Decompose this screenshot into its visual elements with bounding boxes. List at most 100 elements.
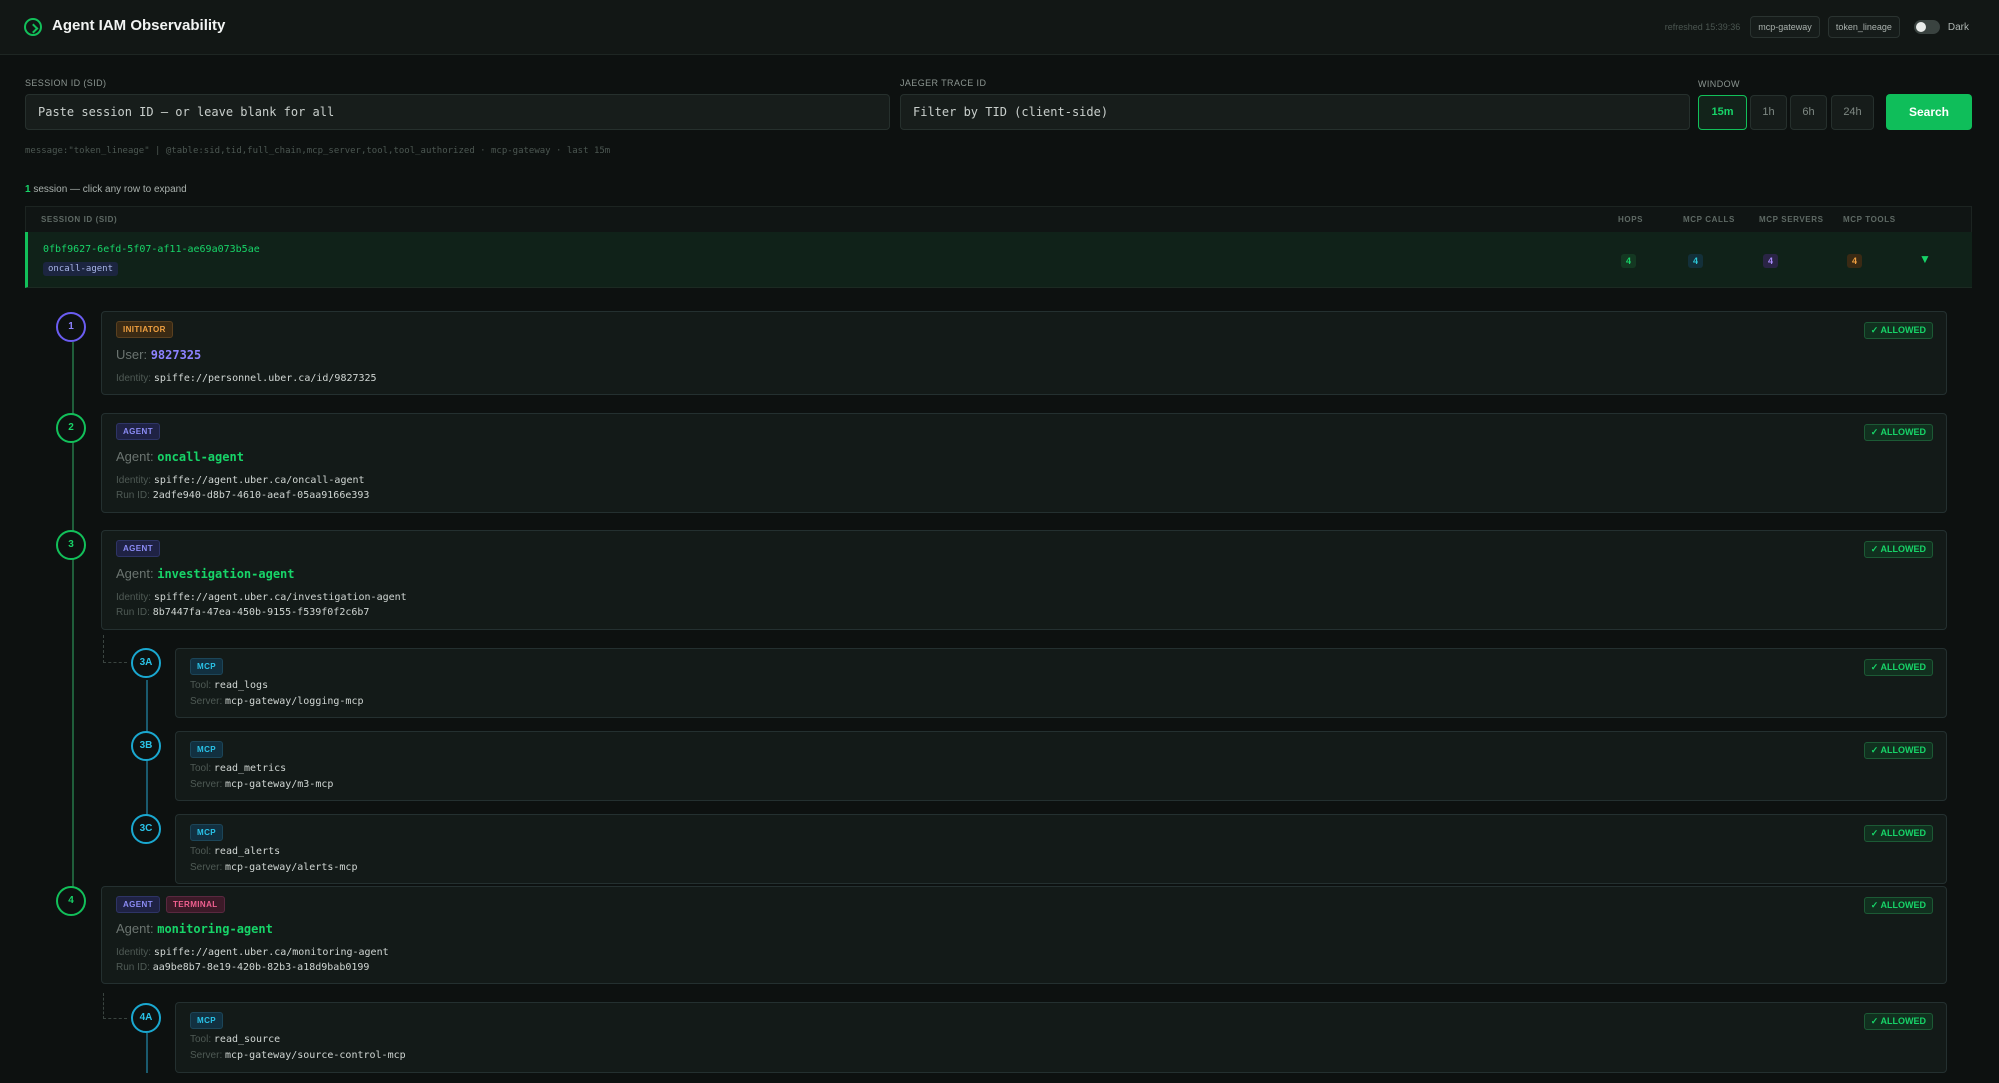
sid-label: SESSION ID (SID) <box>25 78 107 88</box>
server-line: Server: mcp-gateway/alerts-mcp <box>190 862 357 873</box>
agent-name: investigation-agent <box>157 567 295 581</box>
step-3-marker: 3 <box>56 530 86 560</box>
step-4-marker: 4 <box>56 886 86 916</box>
allowed-badge: ✓ ALLOWED <box>1863 659 1933 676</box>
mcp-card-read-metrics[interactable]: MCP ✓ ALLOWED Tool: read_metrics Server:… <box>175 731 1947 801</box>
mcp-badge: MCP <box>190 658 223 675</box>
agent-badge: AGENT <box>116 540 160 557</box>
hop-card-oncall-agent[interactable]: AGENT ✓ ALLOWED Agent: oncall-agent Iden… <box>101 413 1947 513</box>
window-label: WINDOW <box>1698 79 1740 89</box>
window-6h-button[interactable]: 6h <box>1790 95 1827 130</box>
branch-connector-4 <box>103 993 127 1019</box>
identity-label: Identity: <box>116 475 152 486</box>
step-3b-marker: 3B <box>131 731 161 761</box>
hop-card-investigation-agent[interactable]: AGENT ✓ ALLOWED Agent: investigation-age… <box>101 530 1947 630</box>
theme-toggle[interactable] <box>1913 20 1940 34</box>
tool-value: read_source <box>213 1034 281 1045</box>
server-label: Server: <box>190 1050 223 1061</box>
server-value: mcp-gateway/m3-mcp <box>225 779 334 790</box>
window-15m-button[interactable]: 15m <box>1698 95 1747 130</box>
window-1h-button[interactable]: 1h <box>1750 95 1787 130</box>
results-count: 1 session — click any row to expand <box>25 184 187 195</box>
allowed-badge: ✓ ALLOWED <box>1863 322 1933 339</box>
run-id-line: Run ID: aa9be8b7-8e19-420b-82b3-a18d9bab… <box>116 962 369 973</box>
chevron-down-icon[interactable]: ▼ <box>1919 252 1931 266</box>
window-24h-button[interactable]: 24h <box>1831 95 1874 130</box>
tool-value: read_logs <box>213 680 269 691</box>
mcp-badge: MCP <box>190 824 223 841</box>
tool-value: read_alerts <box>213 846 281 857</box>
identity-line: Identity: spiffe://personnel.uber.ca/id/… <box>116 373 377 384</box>
agent-name: oncall-agent <box>157 450 244 464</box>
logo-icon <box>24 18 42 36</box>
run-id-value: aa9be8b7-8e19-420b-82b3-a18d9bab0199 <box>152 962 370 973</box>
tid-label: JAEGER TRACE ID <box>900 78 987 88</box>
table-row[interactable]: 0fbf9627-6efd-5f07-af11-ae69a073b5ae onc… <box>25 232 1972 288</box>
refreshed-timestamp: refreshed 15:39:36 <box>1664 22 1741 32</box>
hops-count: 4 <box>1621 254 1637 268</box>
server-label: Server: <box>190 779 223 790</box>
allowed-badge: ✓ ALLOWED <box>1863 1013 1933 1030</box>
server-value: mcp-gateway/alerts-mcp <box>225 862 358 873</box>
service-chip[interactable]: mcp-gateway <box>1750 16 1820 38</box>
mcp-card-read-alerts[interactable]: MCP ✓ ALLOWED Tool: read_alerts Server: … <box>175 814 1947 884</box>
mcp-tools-count: 4 <box>1847 254 1863 268</box>
search-button[interactable]: Search <box>1886 94 1972 130</box>
tool-label: Tool: <box>190 1034 212 1045</box>
agent-prefix: Agent: <box>116 921 154 936</box>
agent-tag: oncall-agent <box>43 262 119 276</box>
mcp-badge: MCP <box>190 741 223 758</box>
allowed-badge: ✓ ALLOWED <box>1863 541 1933 558</box>
run-id-line: Run ID: 8b7447fa-47ea-450b-9155-f539f0f2… <box>116 607 369 618</box>
results-count-text: session — click any row to expand <box>33 184 187 195</box>
col-mcp-servers: MCP SERVERS <box>1759 215 1824 224</box>
identity-value: spiffe://agent.uber.ca/oncall-agent <box>153 475 365 486</box>
agent-line: Agent: investigation-agent <box>116 566 295 581</box>
col-sid: SESSION ID (SID) <box>41 215 118 224</box>
tool-label: Tool: <box>190 846 212 857</box>
agent-name: monitoring-agent <box>157 922 273 936</box>
agent-prefix: Agent: <box>116 566 154 581</box>
mcp-badge: MCP <box>190 1012 223 1029</box>
server-line: Server: mcp-gateway/source-control-mcp <box>190 1050 406 1061</box>
tid-input[interactable]: Filter by TID (client-side) <box>900 94 1690 130</box>
mcp-branch-line-4 <box>146 1033 148 1073</box>
hop-card-initiator[interactable]: INITIATOR ✓ ALLOWED User: 9827325 Identi… <box>101 311 1947 395</box>
terminal-badge: TERMINAL <box>166 896 225 913</box>
identity-value: spiffe://personnel.uber.ca/id/9827325 <box>153 373 377 384</box>
identity-line: Identity: spiffe://agent.uber.ca/investi… <box>116 592 407 603</box>
user-line: User: 9827325 <box>116 347 201 362</box>
tool-line: Tool: read_source <box>190 1034 280 1045</box>
identity-line: Identity: spiffe://agent.uber.ca/oncall-… <box>116 475 365 486</box>
agent-line: Agent: oncall-agent <box>116 449 244 464</box>
mcp-card-read-source[interactable]: MCP ✓ ALLOWED Tool: read_source Server: … <box>175 1002 1947 1073</box>
results-count-number: 1 <box>25 184 31 195</box>
app-header: Agent IAM Observability refreshed 15:39:… <box>0 0 1999 55</box>
sid-input[interactable]: Paste session ID — or leave blank for al… <box>25 94 890 130</box>
step-2-marker: 2 <box>56 413 86 443</box>
theme-label: Dark <box>1947 21 1969 33</box>
agent-line: Agent: monitoring-agent <box>116 921 273 936</box>
allowed-badge: ✓ ALLOWED <box>1863 742 1933 759</box>
col-mcp-tools: MCP TOOLS <box>1843 215 1896 224</box>
allowed-badge: ✓ ALLOWED <box>1863 424 1933 441</box>
app-title: Agent IAM Observability <box>52 17 226 34</box>
tool-label: Tool: <box>190 680 212 691</box>
message-chip[interactable]: token_lineage <box>1827 16 1900 38</box>
identity-label: Identity: <box>116 947 152 958</box>
query-string: message:"token_lineage" | @table:sid,tid… <box>25 146 611 156</box>
mcp-card-read-logs[interactable]: MCP ✓ ALLOWED Tool: read_logs Server: mc… <box>175 648 1947 718</box>
identity-line: Identity: spiffe://agent.uber.ca/monitor… <box>116 947 389 958</box>
session-id[interactable]: 0fbf9627-6efd-5f07-af11-ae69a073b5ae <box>43 244 260 255</box>
mcp-calls-count: 4 <box>1688 254 1704 268</box>
branch-connector-3 <box>103 635 127 663</box>
agent-badge: AGENT <box>116 896 160 913</box>
step-3a-marker: 3A <box>131 648 161 678</box>
agent-prefix: Agent: <box>116 449 154 464</box>
header-actions: refreshed 15:39:36 mcp-gateway token_lin… <box>1665 16 1969 38</box>
server-value: mcp-gateway/logging-mcp <box>225 696 364 707</box>
hop-card-monitoring-agent[interactable]: AGENT TERMINAL ✓ ALLOWED Agent: monitori… <box>101 886 1947 984</box>
col-hops: HOPS <box>1618 215 1644 224</box>
step-3c-marker: 3C <box>131 814 161 844</box>
run-id-value: 2adfe940-d8b7-4610-aeaf-05aa9166e393 <box>152 490 370 501</box>
